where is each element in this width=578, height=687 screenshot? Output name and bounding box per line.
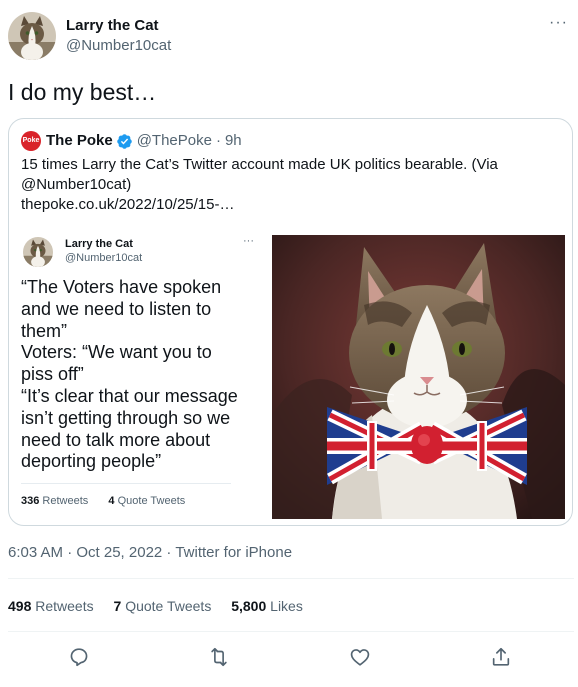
quoted-tweet-body: 15 times Larry the Cat’s Twitter account…: [21, 155, 561, 215]
more-horizontal-icon[interactable]: ···: [549, 14, 568, 32]
share-icon: [492, 647, 510, 666]
embedded-retweets-count: 336: [21, 495, 40, 507]
share-button[interactable]: [486, 642, 516, 672]
cat-avatar-image: [23, 237, 53, 267]
embedded-text-line: “The Voters have spoken: [21, 277, 222, 297]
quoted-tweet-text: 15 times Larry the Cat’s Twitter account…: [21, 156, 498, 193]
retweet-icon: [211, 647, 227, 667]
embedded-tweet-text: “The Voters have spoken and we need to l…: [21, 277, 269, 473]
likes-count: 5,800: [231, 598, 267, 614]
likes-label: Likes: [270, 598, 303, 614]
retweets-label: Retweets: [35, 598, 94, 614]
embedded-text-line: need to talk more about: [21, 429, 211, 450]
embedded-quotes-count: 4: [108, 495, 115, 507]
embedded-text-line: deporting people”: [21, 451, 162, 472]
separator-dot: ·: [215, 132, 221, 149]
tweet-header: Larry the Cat @Number10cat ···: [8, 12, 574, 64]
tweet-timestamp[interactable]: 6:03 AM · Oct 25, 2022 · Twitter for iPh…: [8, 543, 292, 563]
embedded-text-line: Voters: “We want you to: [21, 342, 212, 363]
quote-tweets-label: Quote Tweets: [125, 598, 212, 614]
embedded-author-handle: @Number10cat: [65, 252, 143, 264]
embedded-author-name: Larry the Cat: [65, 238, 133, 250]
tweet-text: I do my best…: [8, 79, 157, 105]
embedded-tweet-image: Larry the Cat @Number10cat ··· “The Vote…: [21, 235, 269, 519]
cat-photo: [272, 235, 565, 519]
divider: [8, 578, 574, 579]
avatar[interactable]: [8, 12, 56, 60]
embedded-text-line: “It’s clear that our message: [21, 385, 238, 406]
verified-badge-icon: [116, 133, 132, 149]
quote-tweets-count: 7: [113, 598, 122, 614]
embedded-text-line: them”: [21, 320, 68, 341]
embedded-text-line: and we need to listen to: [21, 298, 212, 319]
embedded-retweets-label: Retweets: [42, 495, 89, 507]
cat-avatar-image: [8, 12, 56, 60]
quoted-tweet-time[interactable]: 9h: [225, 131, 242, 151]
embedded-avatar: [23, 237, 53, 267]
divider: [8, 631, 574, 632]
author-display-name[interactable]: Larry the Cat: [66, 16, 171, 36]
embedded-divider: [21, 483, 231, 484]
retweets-count: 498: [8, 598, 32, 614]
author-handle[interactable]: @Number10cat: [66, 36, 171, 56]
cat-bowtie-image: [272, 235, 565, 519]
quote-tweets-stat[interactable]: 7 Quote Tweets: [114, 596, 212, 616]
embedded-text-line: piss off”: [21, 364, 84, 385]
retweet-button[interactable]: [204, 642, 234, 672]
embedded-tweet-stats: 336 Retweets 4 Quote Tweets: [21, 495, 185, 507]
quoted-tweet-link[interactable]: thepoke.co.uk/2022/10/25/15-…: [21, 195, 561, 215]
embedded-more-icon: ···: [243, 235, 254, 247]
likes-stat[interactable]: 5,800 Likes: [231, 596, 303, 616]
quoted-author-handle[interactable]: @ThePoke: [137, 131, 212, 151]
embedded-text-line: isn’t getting through so we: [21, 407, 231, 428]
action-bar: [8, 642, 574, 672]
reply-button[interactable]: [64, 642, 94, 672]
quoted-author-name[interactable]: The Poke: [46, 131, 113, 151]
the-poke-avatar[interactable]: Poke: [21, 131, 41, 151]
retweets-stat[interactable]: 498 Retweets: [8, 596, 94, 616]
embedded-quotes-label: Quote Tweets: [117, 495, 186, 507]
tweet-stats: 498 Retweets 7 Quote Tweets 5,800 Likes: [8, 596, 319, 616]
reply-icon: [70, 648, 88, 667]
quoted-tweet-media[interactable]: Larry the Cat @Number10cat ··· “The Vote…: [21, 235, 565, 519]
author-names: Larry the Cat @Number10cat: [66, 16, 171, 56]
quoted-tweet-header: Poke The Poke @ThePoke · 9h: [21, 131, 242, 151]
like-icon: [350, 649, 370, 666]
quoted-tweet-card[interactable]: Poke The Poke @ThePoke · 9h 15 times Lar…: [8, 118, 573, 526]
like-button[interactable]: [345, 642, 375, 672]
